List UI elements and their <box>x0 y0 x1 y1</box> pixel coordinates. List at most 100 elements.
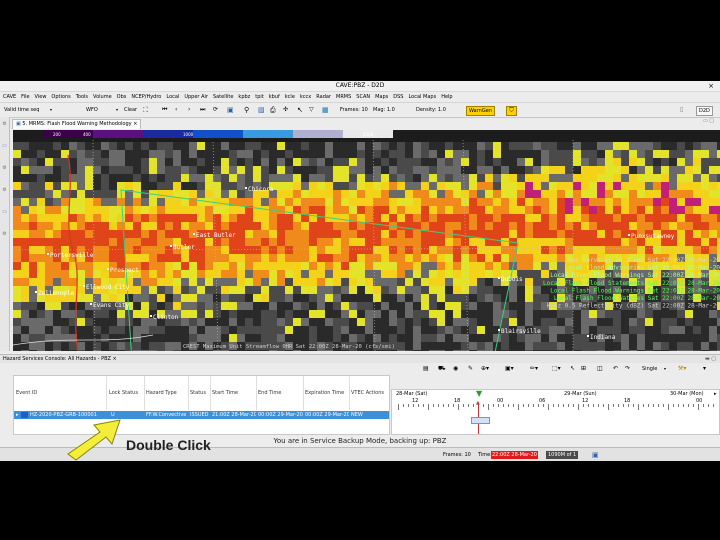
radar-pixel <box>149 294 157 302</box>
radar-pixel <box>645 342 653 350</box>
menu-item-obs[interactable]: Obs <box>117 94 127 100</box>
setup-select[interactable]: Single <box>642 363 657 375</box>
d2d-perspective-button[interactable]: D2D <box>696 106 713 116</box>
filter-icon[interactable]: ▽ <box>309 103 314 117</box>
column-header[interactable]: Start Time <box>212 376 257 410</box>
menu-item-kbuf[interactable]: kbuf <box>269 94 280 100</box>
timeline-ruler[interactable]: 28-Mar (Sat) 29-Mar (Sun) 30-Mar (Mon) 1… <box>391 389 720 435</box>
time-indicator[interactable]: 22:00Z 28-Mar-20 <box>491 451 538 459</box>
page-icon[interactable]: ▭ <box>0 205 9 227</box>
menu-item-maps[interactable]: Maps <box>375 94 388 100</box>
menu-item-kccx[interactable]: kccx <box>300 94 311 100</box>
redo-icon[interactable]: ↷ <box>625 363 630 375</box>
menu-item-local[interactable]: Local <box>166 94 179 100</box>
menu-item-dss[interactable]: DSS <box>393 94 403 100</box>
menu-item-local-maps[interactable]: Local Maps <box>408 94 436 100</box>
product-icon[interactable]: ▤ <box>423 363 429 375</box>
warngen-button[interactable]: WarnGen <box>466 106 495 116</box>
gear-icon[interactable]: ⚙ <box>0 161 9 183</box>
cursor-icon[interactable]: ↖ <box>297 103 303 117</box>
menu-item-kpbz[interactable]: kpbz <box>238 94 250 100</box>
close-icon[interactable]: × <box>113 356 117 362</box>
menu-item-file[interactable]: File <box>21 94 29 100</box>
mag-select[interactable]: Mag: 1.0 <box>373 103 395 117</box>
menu-item-options[interactable]: Options <box>51 94 70 100</box>
column-header[interactable]: Status <box>190 376 211 410</box>
trash-icon[interactable]: ▣ <box>592 448 599 461</box>
chevron-down-icon[interactable]: ▾ <box>664 363 666 375</box>
menu-icon[interactable]: ▾ <box>703 363 706 375</box>
menu-item-help[interactable]: Help <box>441 94 452 100</box>
perspective-icon[interactable]: ▯ <box>680 103 683 117</box>
column-header[interactable]: VTEC Actions <box>351 376 388 410</box>
sample-icon[interactable]: ⚲ <box>244 103 249 117</box>
column-header[interactable]: Expiration Time <box>305 376 350 410</box>
hazard-console-tab[interactable]: Hazard Services Console: All Hazards - P… <box>0 354 720 363</box>
loop-icon[interactable]: ⟳ <box>213 103 218 117</box>
recommender-icon[interactable]: ⊕▾ <box>481 363 489 375</box>
current-time-marker-icon[interactable]: ▼ <box>476 390 482 398</box>
settings-icon[interactable]: ⚒▾ <box>678 363 686 375</box>
menu-item-cave[interactable]: CAVE <box>3 94 16 100</box>
tab-mrms-ffw-methodology[interactable]: ▣ 5. MRMS: Flash Flood Warning Methodolo… <box>12 119 142 129</box>
first-frame-icon[interactable]: ⏮ <box>162 103 167 117</box>
menu-item-satellite[interactable]: Satellite <box>213 94 233 100</box>
hazard-time-bar[interactable] <box>471 417 490 424</box>
menu-item-scan[interactable]: SCAN <box>356 94 370 100</box>
hazard-services-icon[interactable]: ⛉ <box>506 106 517 116</box>
menu-item-kcle[interactable]: kcle <box>285 94 295 100</box>
radar-pixel <box>445 286 453 294</box>
menu-item-view[interactable]: View <box>35 94 47 100</box>
prev-frame-icon[interactable]: ‹ <box>175 103 177 117</box>
chevron-down-icon[interactable]: ▾ <box>116 103 118 117</box>
minimize-maximize-icon[interactable]: ▭ ▢ <box>703 118 714 124</box>
menu-item-ncep-hydro[interactable]: NCEP/Hydro <box>131 94 161 100</box>
print-icon[interactable]: ⎙ <box>270 103 276 117</box>
next-frame-icon[interactable]: › <box>188 103 190 117</box>
image-properties-icon[interactable]: ▣ <box>227 103 234 117</box>
pencil-icon[interactable]: ✏▾ <box>530 363 538 375</box>
density-select[interactable]: Density: 1.0 <box>416 103 446 117</box>
clear-screen-icon[interactable]: ⛶ <box>143 103 148 117</box>
camera-icon[interactable]: ◉ <box>453 363 458 375</box>
edit-hazard-icon[interactable]: ✎ <box>468 363 473 375</box>
select-icon[interactable]: ⬚▾ <box>552 363 561 375</box>
valid-time-select[interactable]: Valid time seq <box>4 103 39 117</box>
column-header[interactable]: Event ID <box>16 376 107 410</box>
cursor-icon[interactable]: ↖ <box>570 363 575 375</box>
menu-item-upper-air[interactable]: Upper Air <box>184 94 208 100</box>
gear-icon[interactable]: ⚙ <box>0 183 9 205</box>
close-icon[interactable]: × <box>708 81 714 91</box>
radar-map-canvas[interactable]: 200 400 1000 2000ChicoraButlerEast ButlerEv… <box>13 130 720 351</box>
expand-icon[interactable]: ▸ <box>16 411 19 419</box>
gear-icon[interactable]: ⚙ <box>0 227 9 249</box>
wfo-select[interactable]: WFO <box>86 103 98 117</box>
pane-icon[interactable]: ▦ <box>322 103 329 117</box>
chevron-down-icon[interactable]: ▾ <box>50 103 52 117</box>
menu-item-volume[interactable]: Volume <box>93 94 112 100</box>
menu-item-tools[interactable]: Tools <box>76 94 88 100</box>
menu-item-mrms[interactable]: MRMS <box>336 94 351 100</box>
column-header[interactable]: Hazard Type <box>146 376 189 410</box>
frames-select[interactable]: Frames: 10 <box>340 103 368 117</box>
gear-icon[interactable]: ⚙ <box>0 117 9 139</box>
truck-icon[interactable]: ⛟ <box>438 363 446 375</box>
close-icon[interactable]: × <box>133 121 137 127</box>
last-frame-icon[interactable]: ⏭ <box>200 103 205 117</box>
radar-map[interactable]: 200 400 1000 2000 Chicora Butler East Butler Ev… <box>13 130 720 351</box>
menu-item-radar[interactable]: Radar <box>316 94 331 100</box>
column-header[interactable]: Lock Status <box>109 376 145 410</box>
list-icon[interactable]: ▣▾ <box>505 363 514 375</box>
undo-icon[interactable]: ↶ <box>613 363 618 375</box>
points-icon[interactable]: ✣ <box>283 103 288 117</box>
menu-item-tpit[interactable]: tpit <box>255 94 263 100</box>
zoom-icon[interactable]: ▧ <box>258 103 265 117</box>
scroll-arrow-icon[interactable]: ▸ <box>714 391 717 397</box>
radar-pixel <box>93 222 101 230</box>
clear-button[interactable]: Clear <box>124 103 137 117</box>
snap-icon[interactable]: ⊞ <box>581 363 586 375</box>
column-header[interactable]: End Time <box>258 376 304 410</box>
maps-icon[interactable]: ◫ <box>597 363 603 375</box>
page-icon[interactable]: ▭ <box>0 139 9 161</box>
radar-pixel <box>501 254 509 262</box>
